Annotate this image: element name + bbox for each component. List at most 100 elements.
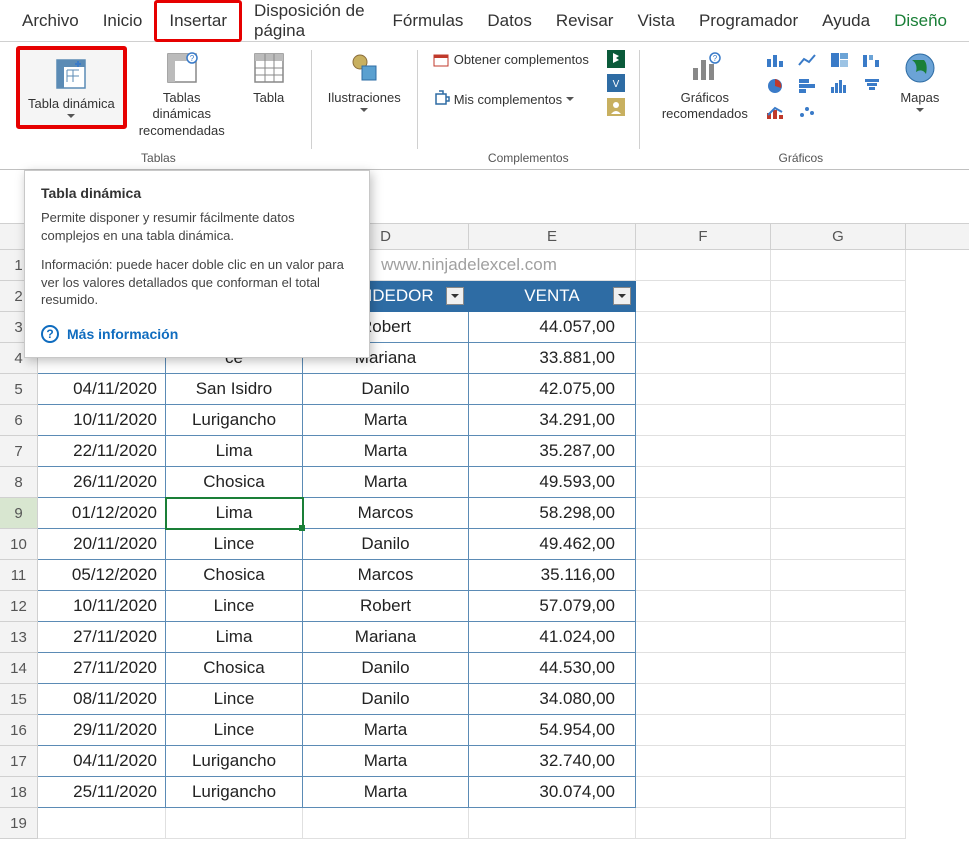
cell[interactable]: 25/11/2020	[38, 777, 166, 808]
cell[interactable]: 34.291,00	[469, 405, 636, 436]
visio-button[interactable]: V	[603, 72, 629, 94]
row-header[interactable]: 16	[0, 715, 38, 746]
row-header[interactable]: 6	[0, 405, 38, 436]
cell[interactable]: Lurigancho	[166, 405, 303, 436]
cell[interactable]: Chosica	[166, 467, 303, 498]
cell[interactable]	[771, 622, 906, 653]
cell[interactable]: Lurigancho	[166, 746, 303, 777]
pivot-recommended-button[interactable]: ? Tablas dinámicas recomendadas	[127, 46, 237, 143]
cell[interactable]: 35.287,00	[469, 436, 636, 467]
cell[interactable]: 49.593,00	[469, 467, 636, 498]
cell[interactable]	[636, 436, 771, 467]
cell[interactable]: 42.075,00	[469, 374, 636, 405]
cell[interactable]	[636, 529, 771, 560]
cell[interactable]: 54.954,00	[469, 715, 636, 746]
filter-button[interactable]	[613, 287, 631, 305]
row-header[interactable]: 11	[0, 560, 38, 591]
row-header[interactable]: 19	[0, 808, 38, 839]
table-header[interactable]: VENTA	[469, 281, 636, 312]
cell[interactable]	[636, 498, 771, 529]
cell[interactable]: Chosica	[166, 653, 303, 684]
tooltip-more-info-link[interactable]: ? Más información	[41, 325, 353, 343]
col-header-f[interactable]: F	[636, 224, 771, 249]
menu-disposicion[interactable]: Disposición de página	[242, 0, 381, 49]
cell[interactable]: Marta	[303, 746, 469, 777]
cell[interactable]: Lima	[166, 436, 303, 467]
cell[interactable]: 32.740,00	[469, 746, 636, 777]
people-graph-button[interactable]	[603, 96, 629, 118]
cell[interactable]: Marta	[303, 405, 469, 436]
cell[interactable]: 35.116,00	[469, 560, 636, 591]
cell[interactable]	[771, 591, 906, 622]
row-header[interactable]: 9	[0, 498, 38, 529]
cell[interactable]	[636, 343, 771, 374]
cell[interactable]: 44.057,00	[469, 312, 636, 343]
cell[interactable]: Marta	[303, 467, 469, 498]
cell[interactable]	[771, 467, 906, 498]
cell[interactable]	[636, 622, 771, 653]
cell[interactable]: Danilo	[303, 684, 469, 715]
cell[interactable]: 10/11/2020	[38, 591, 166, 622]
menu-formulas[interactable]: Fórmulas	[381, 3, 476, 39]
cell[interactable]: 49.462,00	[469, 529, 636, 560]
row-header[interactable]: 10	[0, 529, 38, 560]
cell[interactable]	[636, 312, 771, 343]
cell[interactable]: 10/11/2020	[38, 405, 166, 436]
cell[interactable]: 05/12/2020	[38, 560, 166, 591]
row-header[interactable]: 17	[0, 746, 38, 777]
cell[interactable]	[771, 746, 906, 777]
cell[interactable]: Lurigancho	[166, 777, 303, 808]
cell[interactable]: 34.080,00	[469, 684, 636, 715]
cell[interactable]: Marcos	[303, 498, 469, 529]
row-header[interactable]: 15	[0, 684, 38, 715]
row-header[interactable]: 14	[0, 653, 38, 684]
illustrations-button[interactable]: Ilustraciones	[322, 46, 407, 117]
cell[interactable]: 30.074,00	[469, 777, 636, 808]
cell[interactable]	[771, 374, 906, 405]
scatter-chart-button[interactable]	[794, 100, 822, 124]
cell[interactable]	[636, 777, 771, 808]
cell[interactable]: Marta	[303, 436, 469, 467]
menu-datos[interactable]: Datos	[475, 3, 543, 39]
cell[interactable]	[771, 653, 906, 684]
cell[interactable]: 08/11/2020	[38, 684, 166, 715]
cell[interactable]	[636, 715, 771, 746]
cell[interactable]: Robert	[303, 591, 469, 622]
cell[interactable]: Lince	[166, 715, 303, 746]
table-button[interactable]: Tabla	[237, 46, 301, 110]
cell[interactable]	[771, 715, 906, 746]
row-header[interactable]: 12	[0, 591, 38, 622]
cell[interactable]	[636, 684, 771, 715]
cell[interactable]	[636, 591, 771, 622]
cell[interactable]: 26/11/2020	[38, 467, 166, 498]
cell[interactable]	[771, 684, 906, 715]
waterfall-chart-button[interactable]	[858, 48, 886, 72]
cell[interactable]	[771, 405, 906, 436]
cell[interactable]: 20/11/2020	[38, 529, 166, 560]
menu-inicio[interactable]: Inicio	[91, 3, 155, 39]
menu-programador[interactable]: Programador	[687, 3, 810, 39]
cell[interactable]	[771, 498, 906, 529]
histogram-button[interactable]	[826, 74, 854, 98]
col-header-g[interactable]: G	[771, 224, 906, 249]
menu-vista[interactable]: Vista	[625, 3, 687, 39]
cell[interactable]: Chosica	[166, 560, 303, 591]
column-chart-button[interactable]	[762, 48, 790, 72]
menu-archivo[interactable]: Archivo	[10, 3, 91, 39]
cell[interactable]: Mariana	[303, 622, 469, 653]
cell[interactable]	[771, 777, 906, 808]
cell[interactable]: 57.079,00	[469, 591, 636, 622]
row-header[interactable]: 13	[0, 622, 38, 653]
my-addins-button[interactable]: Mis complementos	[428, 88, 593, 110]
cell[interactable]: 44.530,00	[469, 653, 636, 684]
cell[interactable]: Lima	[166, 622, 303, 653]
cell[interactable]: Lima	[166, 498, 303, 529]
cell[interactable]	[636, 560, 771, 591]
menu-ayuda[interactable]: Ayuda	[810, 3, 882, 39]
cell[interactable]: Danilo	[303, 529, 469, 560]
filter-button[interactable]	[446, 287, 464, 305]
menu-revisar[interactable]: Revisar	[544, 3, 626, 39]
funnel-chart-button[interactable]	[858, 74, 886, 98]
cell[interactable]: 22/11/2020	[38, 436, 166, 467]
row-header[interactable]: 7	[0, 436, 38, 467]
